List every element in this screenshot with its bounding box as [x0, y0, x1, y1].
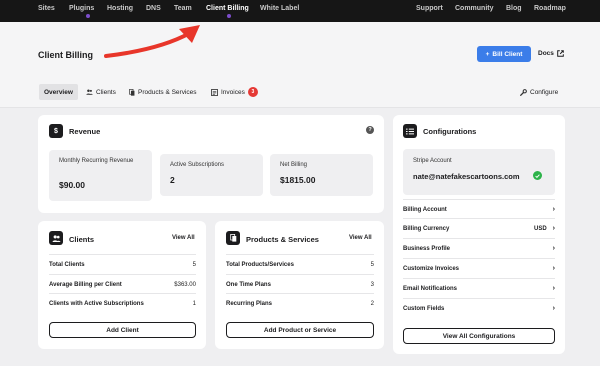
products-row-one-time: One Time Plans 3: [226, 274, 374, 294]
config-business-profile[interactable]: Business Profile ›: [403, 238, 555, 258]
config-currency-group: USD ›: [534, 225, 555, 232]
config-label: Customize Invoices: [403, 265, 460, 272]
row-label: One Time Plans: [226, 281, 271, 288]
row-value: 1: [192, 300, 196, 307]
clients-row-active-subs: Clients with Active Subscriptions 1: [49, 293, 196, 313]
help-icon[interactable]: ?: [366, 126, 374, 134]
configure-label: Configure: [530, 88, 559, 96]
config-customize-invoices[interactable]: Customize Invoices ›: [403, 258, 555, 278]
row-value: 3: [370, 281, 374, 288]
tab-invoices-label: Invoices: [221, 88, 245, 96]
subs-label: Active Subscriptions: [170, 162, 225, 168]
mrr-label: Monthly Recurring Revenue: [59, 158, 134, 164]
products-row-total: Total Products/Services 5: [226, 254, 374, 274]
check-circle-icon: [533, 171, 542, 180]
annotation-arrowhead: [179, 25, 200, 43]
invoices-count-badge: 3: [247, 87, 258, 97]
clients-title: Clients: [69, 235, 95, 244]
configure-link[interactable]: Configure: [520, 84, 558, 100]
wrench-icon: [520, 88, 527, 96]
configurations-title: Configurations: [423, 127, 477, 136]
stripe-account-email: nate@natefakescartoons.com: [413, 172, 520, 181]
row-label: Recurring Plans: [226, 300, 273, 307]
row-value: 2: [370, 300, 374, 307]
row-value: $363.00: [174, 281, 196, 288]
view-all-configurations-button[interactable]: View All Configurations: [403, 328, 555, 344]
net-label: Net Billing: [280, 162, 308, 168]
bill-client-label: Bill Client: [492, 50, 523, 58]
row-label: Total Clients: [49, 261, 85, 268]
row-label: Total Products/Services: [226, 261, 294, 268]
tab-overview[interactable]: Overview: [39, 84, 78, 100]
invoice-icon: [211, 88, 218, 96]
config-label: Email Notifications: [403, 285, 458, 292]
config-label: Billing Account: [403, 206, 447, 213]
revenue-title: Revenue: [69, 127, 101, 136]
subs-value: 2: [170, 175, 175, 185]
mrr-value: $90.00: [59, 180, 85, 190]
row-value: 5: [192, 261, 196, 268]
chevron-right-icon: ›: [552, 206, 555, 213]
config-label: Custom Fields: [403, 305, 445, 312]
config-email-notifications[interactable]: Email Notifications ›: [403, 278, 555, 298]
clients-row-average: Average Billing per Client $363.00: [49, 274, 196, 294]
clients-view-all-link[interactable]: View All: [172, 235, 195, 241]
tab-overview-label: Overview: [44, 88, 73, 96]
external-link-icon: [557, 50, 564, 57]
config-label: Billing Currency: [403, 225, 450, 232]
net-value: $1815.00: [280, 175, 316, 185]
stripe-account-box: Stripe Account nate@natefakescartoons.co…: [403, 149, 555, 195]
documents-icon: [129, 88, 135, 96]
products-title: Products & Services: [246, 235, 319, 244]
users-icon: [49, 231, 63, 245]
chevron-right-icon: ›: [552, 305, 555, 312]
add-client-button[interactable]: Add Client: [49, 322, 196, 338]
tab-products-services[interactable]: Products & Services: [129, 84, 197, 100]
stripe-account-label: Stripe Account: [413, 158, 452, 164]
chevron-right-icon: ›: [552, 225, 555, 232]
bill-client-button[interactable]: + Bill Client: [477, 46, 531, 62]
tab-clients-label: Clients: [96, 88, 116, 96]
products-row-recurring: Recurring Plans 2: [226, 293, 374, 313]
annotation-arrow-shaft: [104, 31, 192, 58]
active-subscriptions-stat: Active Subscriptions 2: [160, 154, 263, 196]
annotation-arrow: [104, 25, 200, 58]
config-currency-value: USD: [533, 225, 547, 232]
chevron-right-icon: ›: [552, 265, 555, 272]
config-label: Business Profile: [403, 245, 451, 252]
tab-clients[interactable]: Clients: [86, 84, 116, 100]
row-label: Average Billing per Client: [49, 281, 122, 288]
tab-invoices[interactable]: Invoices 3: [211, 84, 258, 100]
docs-label: Docs: [538, 50, 554, 57]
tab-products-label: Products & Services: [138, 88, 197, 96]
products-view-all-link[interactable]: View All: [349, 235, 372, 241]
docs-link[interactable]: Docs: [538, 50, 564, 57]
config-billing-currency[interactable]: Billing Currency USD ›: [403, 218, 555, 238]
dollar-icon: $: [49, 124, 63, 138]
mrr-stat: Monthly Recurring Revenue $90.00: [49, 150, 152, 201]
chevron-right-icon: ›: [552, 285, 555, 292]
chevron-right-icon: ›: [552, 245, 555, 252]
list-icon: [403, 124, 417, 138]
users-icon: [86, 89, 93, 95]
documents-icon: [226, 231, 240, 245]
plus-icon: +: [485, 50, 490, 58]
row-value: 5: [370, 261, 374, 268]
net-billing-stat: Net Billing $1815.00: [270, 154, 373, 196]
clients-row-total: Total Clients 5: [49, 254, 196, 274]
config-billing-account[interactable]: Billing Account ›: [403, 199, 555, 219]
add-product-button[interactable]: Add Product or Service: [226, 322, 374, 338]
row-label: Clients with Active Subscriptions: [49, 300, 144, 307]
config-custom-fields[interactable]: Custom Fields ›: [403, 298, 555, 318]
